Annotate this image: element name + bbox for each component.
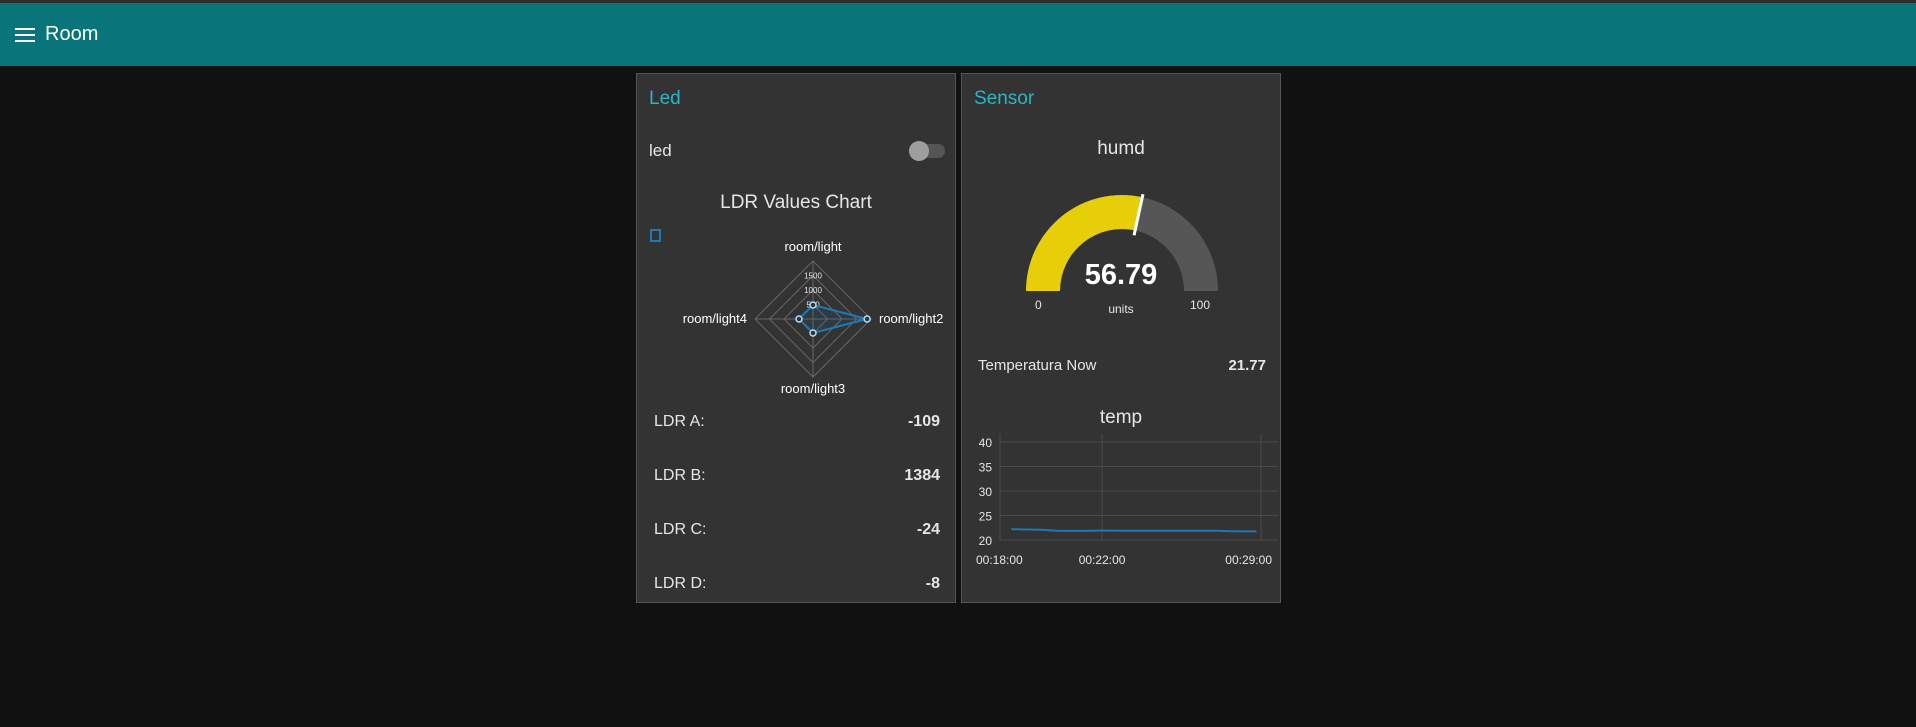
radar-category-label: room/light4 [683, 311, 747, 326]
ldr-row: LDR D: -8 [654, 572, 940, 596]
gauge-value: 56.79 [1084, 259, 1158, 291]
temp-line-chart: 20 25 30 35 40 00:18:00 00:22:00 00:29:00 [976, 434, 1278, 567]
ldr-row: LDR A: -109 [654, 410, 940, 434]
led-group-title: Led [649, 88, 681, 109]
sensor-group-card: Sensor humd 56.79 units 0 100 Temperatur… [961, 73, 1281, 603]
line-chart-x-tick: 00:29:00 [1225, 553, 1272, 567]
radar-category-label: room/light [784, 239, 841, 254]
ldr-label: LDR A: [654, 413, 705, 430]
temp-chart-title: temp [1099, 407, 1143, 428]
toggle-knob [909, 141, 929, 161]
radar-category-label: room/light3 [781, 381, 845, 396]
top-toolbar: Room [0, 3, 1916, 66]
page-title: Room [45, 23, 99, 45]
ldr-label: LDR C: [654, 521, 707, 538]
radar-scale-tick: 1500 [804, 272, 822, 281]
line-chart-y-tick: 35 [979, 461, 993, 475]
ldr-row: LDR B: 1384 [654, 464, 940, 488]
line-chart-x-tick: 00:22:00 [1079, 553, 1126, 567]
ldr-value: -24 [916, 521, 940, 538]
ldr-value: 1384 [904, 467, 940, 484]
line-chart-y-tick: 40 [979, 436, 993, 450]
radar-chart-title: LDR Values Chart [720, 192, 872, 213]
line-chart-y-tick: 25 [979, 510, 993, 524]
radar-series-area [797, 303, 872, 335]
line-chart-y-tick: 30 [979, 485, 993, 499]
ldr-label: LDR B: [654, 467, 706, 484]
line-chart-y-tick: 20 [979, 534, 993, 548]
sensor-group-title: Sensor [974, 88, 1035, 109]
radar-category-label: room/light2 [879, 311, 943, 326]
line-chart-x-tick: 00:18:00 [976, 553, 1023, 567]
radar-data-point [795, 315, 803, 323]
ldr-value: -8 [925, 575, 940, 592]
gauge-title: humd [1097, 138, 1145, 159]
temp-series-line [1011, 528, 1257, 533]
gauge-min-label: 0 [1035, 298, 1042, 312]
ldr-value: -109 [907, 413, 940, 430]
gauge-max-label: 100 [1190, 298, 1211, 312]
temperature-value: 21.77 [1228, 357, 1266, 374]
temperature-row: Temperatura Now 21.77 [978, 354, 1266, 378]
led-toggle-switch[interactable] [909, 141, 945, 161]
led-switch-label: led [649, 141, 672, 160]
ldr-label: LDR D: [654, 575, 707, 592]
radar-data-point [809, 329, 817, 337]
radar-data-point [809, 301, 817, 309]
temperature-label: Temperatura Now [978, 357, 1097, 374]
radar-scale-tick: 1000 [804, 286, 822, 295]
radar-data-point [863, 315, 871, 323]
ldr-row: LDR C: -24 [654, 518, 940, 542]
menu-icon[interactable] [12, 22, 38, 48]
led-group-card: Led led LDR Values Chart 50010001500room… [636, 73, 956, 603]
gauge-units: units [1108, 302, 1134, 316]
led-switch-row: led [649, 138, 945, 166]
